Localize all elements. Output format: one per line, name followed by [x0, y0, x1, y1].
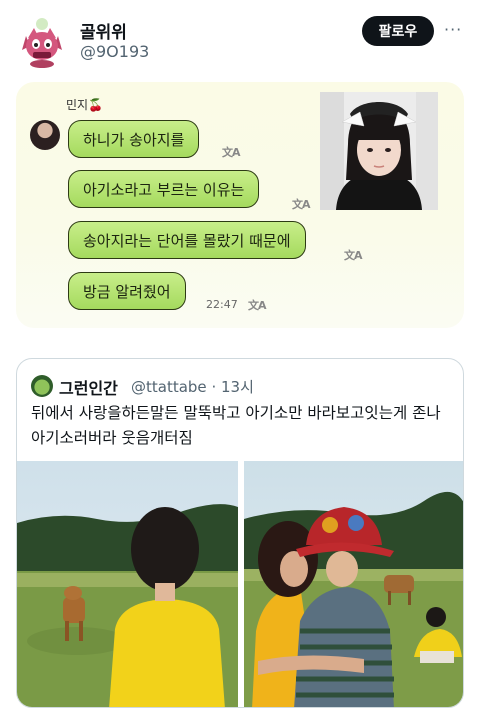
quoted-tweet[interactable]: 그런인간 @ttattabe · 13시 뒤에서 사랑을하든말든 말뚝박고 아기…	[16, 358, 464, 708]
chat-sender-name: 민지🍒	[66, 98, 104, 112]
chat-sender-avatar	[30, 120, 60, 150]
display-name[interactable]: 골위위	[80, 18, 127, 43]
quoted-user-handle: @ttattabe	[131, 378, 207, 396]
chat-bubble: 송아지라는 단어를 몰랐기 때문에	[68, 221, 306, 259]
chat-bubble: 하니가 송아지를	[68, 120, 200, 158]
more-options-icon[interactable]: ···	[444, 20, 462, 39]
translate-icon: 文A	[222, 146, 240, 159]
tweet-photo-1[interactable]	[17, 461, 238, 707]
chat-screenshot-image[interactable]: 민지🍒 하니가 송아지를 文A 아기소라고 부르는 이유는 文A 송아지라는 단…	[16, 82, 464, 328]
quoted-tweet-text: 뒤에서 사랑을하든말든 말뚝박고 아기소만 바라보고잇는게 존나아기소러버라 웃…	[31, 404, 441, 447]
follow-button[interactable]: 팔로우	[362, 16, 434, 46]
profile-photo	[320, 92, 438, 210]
translate-icon: 文A	[344, 249, 362, 262]
quoted-user-name[interactable]: 그런인간	[59, 375, 118, 399]
translate-icon: 文A	[248, 299, 266, 312]
avatar[interactable]	[16, 16, 68, 68]
translate-icon: 文A	[292, 198, 310, 211]
message-time: 22:47	[206, 298, 238, 311]
quoted-user-avatar[interactable]	[31, 375, 53, 397]
quoted-tweet-time: · 13시	[211, 378, 254, 396]
tweet-photo-2[interactable]	[244, 461, 463, 707]
quoted-user-meta: @ttattabe · 13시	[131, 376, 254, 397]
chat-bubble: 방금 알려줬어	[68, 272, 186, 310]
chat-bubble: 아기소라고 부르는 이유는	[68, 170, 260, 208]
user-handle[interactable]: @9O193	[80, 42, 149, 61]
